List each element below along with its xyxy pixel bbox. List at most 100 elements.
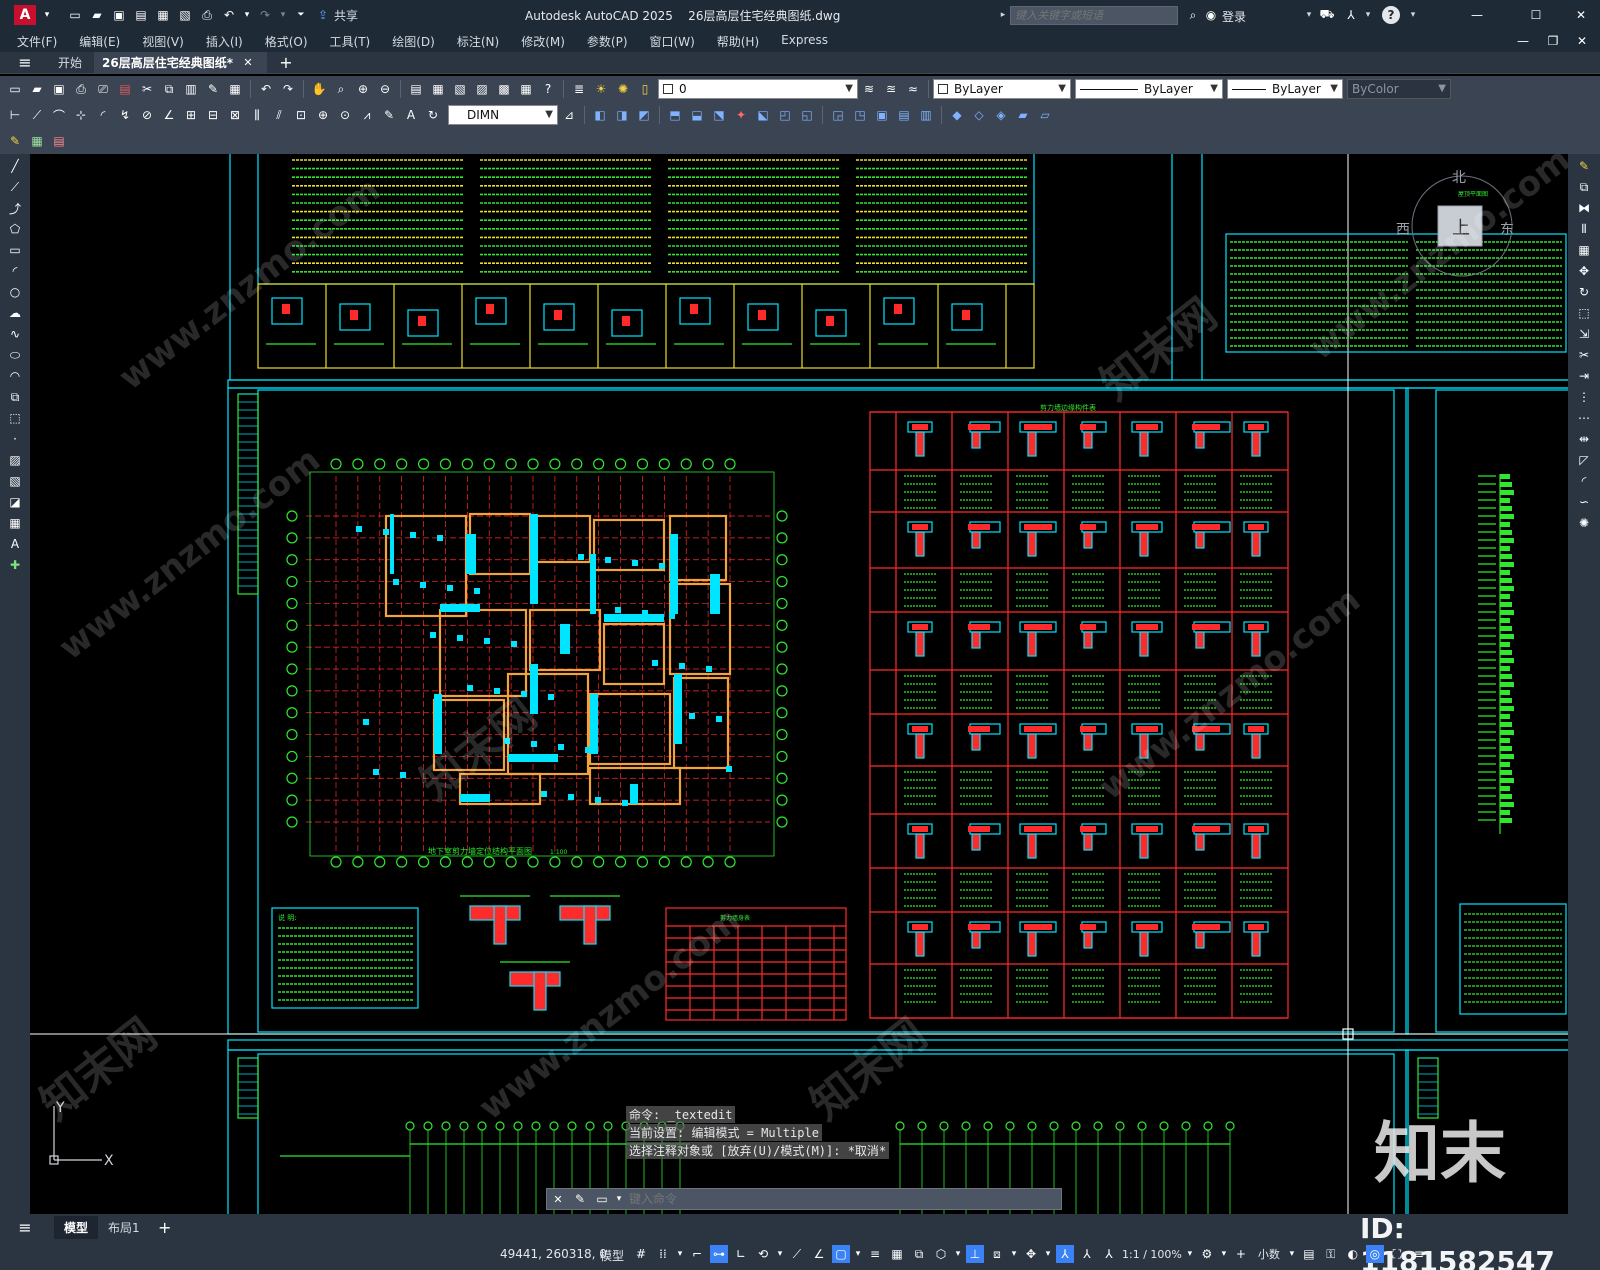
design-center-icon[interactable]: ▦	[429, 80, 447, 98]
array-icon[interactable]: ▦	[1575, 241, 1593, 259]
menu-item[interactable]: 格式(O)	[254, 33, 319, 50]
fillet-icon[interactable]: ◜	[1575, 472, 1593, 490]
dim-update-icon[interactable]: ↻	[424, 106, 442, 124]
polar-icon[interactable]: ⟲	[754, 1245, 772, 1263]
modify-tool-3-icon[interactable]: ⬔	[710, 106, 728, 124]
plot-toolbar-icon[interactable]: ⎙	[72, 80, 90, 98]
ordinate-dim-icon[interactable]: ⊹	[72, 106, 90, 124]
revcloud-icon[interactable]: ☁	[6, 304, 24, 322]
trim-icon[interactable]: ✂	[1575, 346, 1593, 364]
object-snap-dropdown-icon[interactable]: ▾	[854, 1245, 862, 1263]
user-icon[interactable]: ◉	[1202, 6, 1220, 24]
express-tool-3-icon[interactable]: ▤	[50, 132, 68, 150]
chamfer-icon[interactable]: ◸	[1575, 451, 1593, 469]
inspection-icon[interactable]: ⊙	[336, 106, 354, 124]
tab-close-icon[interactable]: ✕	[239, 54, 257, 72]
save-web-icon[interactable]: ▧	[176, 6, 194, 24]
color-dropdown[interactable]: ByLayer ▼	[933, 79, 1071, 99]
isodraft-icon[interactable]: ⟋	[788, 1245, 806, 1263]
3d-osnap-icon[interactable]: ⬡	[932, 1245, 950, 1263]
dim-break-icon[interactable]: ⫽	[270, 106, 288, 124]
aligned-dim-icon[interactable]: ⟋	[28, 106, 46, 124]
auto-scale-icon[interactable]: ⅄	[1078, 1245, 1096, 1263]
menu-item[interactable]: 参数(P)	[576, 33, 639, 50]
close-icon[interactable]: ✕	[1572, 6, 1590, 24]
markup-icon[interactable]: ▩	[495, 80, 513, 98]
calculator-icon[interactable]: ▦	[517, 80, 535, 98]
open-web-icon[interactable]: ▦	[154, 6, 172, 24]
insert-block-icon[interactable]: ⧉	[6, 388, 24, 406]
menu-item[interactable]: 修改(M)	[510, 33, 576, 50]
view-tool-4-icon[interactable]: ▰	[1014, 106, 1032, 124]
ellipse-icon[interactable]: ⬭	[6, 346, 24, 364]
construction-line-icon[interactable]: ⟋	[6, 178, 24, 196]
open-icon[interactable]: ▰	[28, 80, 46, 98]
sign-in-button[interactable]: 登录	[1222, 8, 1246, 25]
gizmo-icon[interactable]: ✥	[1022, 1245, 1040, 1263]
make-current-layer-icon[interactable]: ≋	[860, 80, 878, 98]
layout-menu-icon[interactable]: ≡	[16, 1218, 34, 1237]
modify-tool-6-icon[interactable]: ◰	[776, 106, 794, 124]
redo-dropdown-icon[interactable]: ▾	[278, 6, 288, 24]
tool-palettes-icon[interactable]: ▧	[451, 80, 469, 98]
ortho-icon[interactable]: ∟	[732, 1245, 750, 1263]
layer-dropdown[interactable]: 0 ▼	[658, 79, 858, 99]
infer-constraints-icon[interactable]: ⌐	[688, 1245, 706, 1263]
share-icon[interactable]: ⇪	[314, 6, 332, 24]
baseline-dim-icon[interactable]: ⊟	[204, 106, 222, 124]
cart-icon[interactable]: ⛟	[1318, 6, 1336, 24]
selection-filter-icon[interactable]: ⧈	[988, 1245, 1006, 1263]
snap-icon[interactable]: ⁞⁞	[654, 1245, 672, 1263]
undo-toolbar-icon[interactable]: ↶	[257, 80, 275, 98]
tab-model[interactable]: 模型	[54, 1215, 99, 1239]
annotation-visibility-icon[interactable]: ⅄	[1056, 1245, 1074, 1263]
dimstyle-manager-icon[interactable]: ⊿	[560, 106, 578, 124]
gizmo-dropdown-icon[interactable]: ▾	[1044, 1245, 1052, 1263]
circle-icon[interactable]: ○	[6, 283, 24, 301]
command-close-icon[interactable]: ✕	[549, 1190, 567, 1208]
table-icon[interactable]: ▦	[6, 514, 24, 532]
dimstyle-dropdown[interactable]: DIMN ▼	[448, 105, 558, 125]
open-folder-icon[interactable]: ▰	[88, 6, 106, 24]
scale-dropdown-icon[interactable]: ▾	[1186, 1245, 1194, 1263]
move-icon[interactable]: ✥	[1575, 262, 1593, 280]
layer-freeze-icon[interactable]: ✺	[614, 80, 632, 98]
units-value[interactable]: 小数	[1258, 1246, 1280, 1262]
modify-tool-7-icon[interactable]: ◱	[798, 106, 816, 124]
break-at-point-icon[interactable]: ⋮	[1575, 388, 1593, 406]
sheet-set-icon[interactable]: ▨	[473, 80, 491, 98]
workspace-gear-icon[interactable]: ⚙	[1198, 1245, 1216, 1263]
jogged-linear-icon[interactable]: ⩘	[358, 106, 376, 124]
arc-icon[interactable]: ◜	[6, 262, 24, 280]
solid-tool-4-icon[interactable]: ▤	[895, 106, 913, 124]
transparency-icon[interactable]: ▦	[888, 1245, 906, 1263]
help-icon[interactable]: ?	[1382, 6, 1400, 24]
spline-icon[interactable]: ∿	[6, 325, 24, 343]
jogged-dim-icon[interactable]: ↯	[116, 106, 134, 124]
new-tab-plus-icon[interactable]: +	[277, 53, 295, 72]
save-icon[interactable]: ▣	[110, 6, 128, 24]
ellipse-arc-icon[interactable]: ◠	[6, 367, 24, 385]
menu-item[interactable]: 工具(T)	[319, 33, 382, 50]
gradient-icon[interactable]: ▧	[6, 472, 24, 490]
viewcube-north-label[interactable]: 北	[1452, 170, 1466, 186]
stretch-icon[interactable]: ⇲	[1575, 325, 1593, 343]
model-space-toggle[interactable]: 模型	[600, 1247, 624, 1264]
blend-curves-icon[interactable]: ∽	[1575, 493, 1593, 511]
modify-tool-5-icon[interactable]: ⬕	[754, 106, 772, 124]
region-icon[interactable]: ◪	[6, 493, 24, 511]
properties-icon[interactable]: ▤	[407, 80, 425, 98]
plot-icon[interactable]: ⎙	[198, 6, 216, 24]
mirror-icon[interactable]: ⧓	[1575, 199, 1593, 217]
diameter-dim-icon[interactable]: ⊘	[138, 106, 156, 124]
customize-statusbar-icon[interactable]: ≡	[1410, 1245, 1428, 1263]
search-icon[interactable]: ⌕	[1184, 6, 1202, 24]
zoom-realtime-icon[interactable]: ⌕	[332, 80, 350, 98]
command-recent-icon[interactable]: ▭	[593, 1190, 611, 1208]
zoom-previous-icon[interactable]: ⊖	[376, 80, 394, 98]
maximize-icon[interactable]: ☐	[1527, 6, 1545, 24]
menu-item[interactable]: 文件(F)	[6, 33, 68, 50]
annotation-scale-icon[interactable]: ⅄	[1100, 1245, 1118, 1263]
snap-dropdown-icon[interactable]: ▾	[676, 1245, 684, 1263]
angular-dim-icon[interactable]: ∠	[160, 106, 178, 124]
